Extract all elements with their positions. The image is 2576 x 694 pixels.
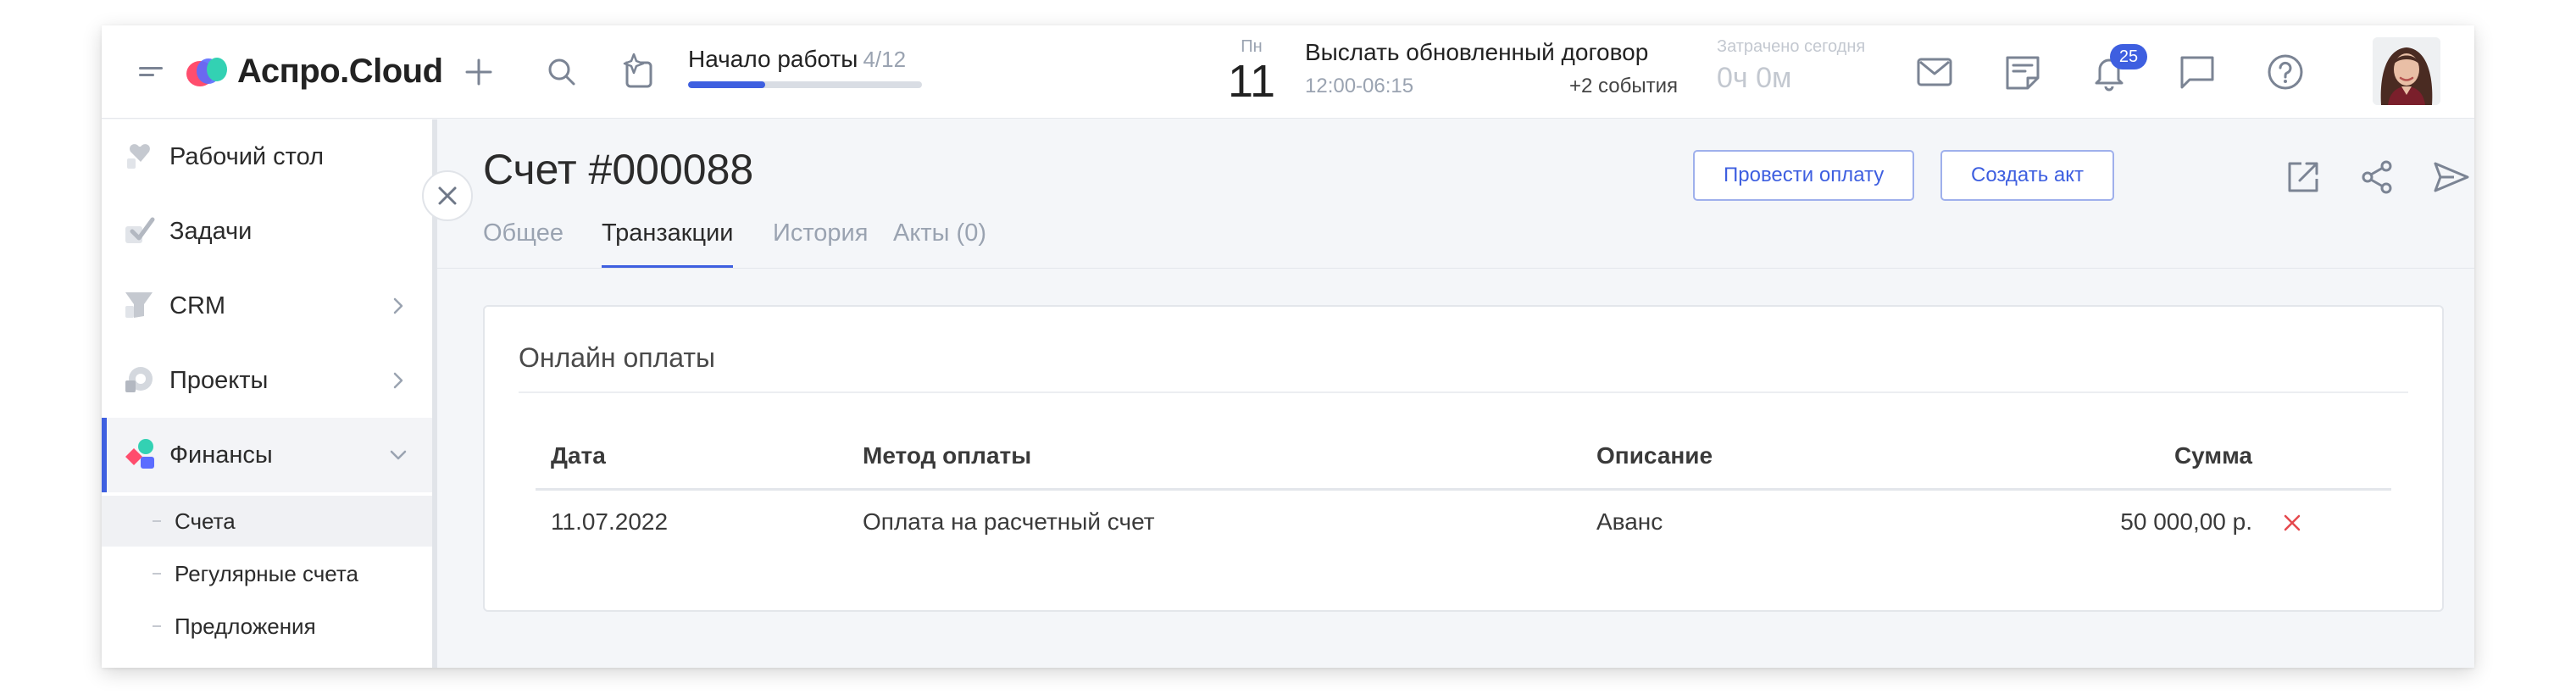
onboarding-widget[interactable]: Начало работы 4/12 [688, 46, 922, 88]
column-header-method: Метод оплаты [863, 442, 1032, 469]
sidebar-item-label: Рабочий стол [169, 142, 325, 170]
section-title: Онлайн оплаты [519, 342, 716, 373]
sidebar-subitem-offers[interactable]: Предложения [102, 601, 432, 652]
calendar-weekday: Пн [1241, 37, 1263, 56]
close-icon [2284, 514, 2301, 531]
calendar-day: 11 [1227, 56, 1276, 107]
sidebar-subitem-invoices[interactable]: Счета [102, 496, 432, 547]
user-avatar-icon [2373, 37, 2440, 105]
sidebar-item-label: Финансы [169, 441, 273, 469]
tab-acts[interactable]: Акты (0) [893, 219, 986, 269]
tasks-icon [125, 217, 155, 243]
tabs-divider [437, 268, 2474, 269]
sidebar-item-tasks[interactable]: Задачи [102, 194, 432, 269]
sidebar-item-crm[interactable]: CRM [102, 269, 432, 343]
sidebar-item-desktop[interactable]: Рабочий стол [102, 119, 432, 194]
sidebar-subitem-label: Регулярные счета [175, 560, 358, 586]
onboarding-progress [688, 81, 922, 88]
subitem-dash [153, 625, 161, 627]
sidebar-item-finance[interactable]: Финансы [102, 418, 432, 492]
app-window: Аспро.Cloud Начало работы 4/12 Пн 11 Выс… [102, 25, 2474, 668]
notes-icon[interactable] [2003, 53, 2042, 92]
close-icon [438, 186, 457, 205]
mail-icon[interactable] [1915, 53, 1954, 92]
menu-icon[interactable] [136, 59, 166, 85]
sidebar-subitem-label: Предложения [175, 613, 316, 639]
onboarding-count: 4/12 [863, 47, 907, 72]
time-spent-value: 0ч 0м [1717, 62, 1792, 94]
main-content: Счет #000088 Провести оплату Создать акт [422, 119, 2474, 668]
help-icon[interactable] [2266, 53, 2305, 92]
plus-icon[interactable] [463, 56, 495, 88]
create-act-button[interactable]: Создать акт [1940, 150, 2114, 201]
share-icon[interactable] [2359, 158, 2396, 196]
cell-date: 11.07.2022 [551, 508, 669, 535]
cell-amount: 50 000,00 р. [2120, 508, 2252, 535]
column-header-date: Дата [551, 442, 606, 469]
send-icon[interactable] [2432, 158, 2471, 196]
page-title: Счет #000088 [483, 146, 754, 193]
open-external-icon[interactable] [2285, 158, 2322, 196]
delete-payment-button[interactable] [2279, 510, 2305, 536]
tab-general[interactable]: Общее [483, 219, 564, 269]
time-spent[interactable]: Затрачено сегодня 0ч 0м [1717, 37, 1865, 95]
onboarding-progress-fill [688, 81, 766, 88]
divider [519, 391, 2408, 393]
sparkle-icon[interactable] [619, 51, 659, 92]
close-panel-button[interactable] [422, 170, 473, 221]
top-bar: Аспро.Cloud Начало работы 4/12 Пн 11 Выс… [102, 25, 2474, 119]
event-title: Выслать обновленный договор [1305, 39, 1649, 65]
subitem-dash [153, 520, 161, 522]
sidebar-subitem-recurring-invoices[interactable]: Регулярные счета [102, 548, 432, 599]
upcoming-event[interactable]: Выслать обновленный договор 12:00-06:15 … [1305, 39, 1678, 103]
event-time: 12:00-06:15 [1305, 75, 1414, 97]
make-payment-button[interactable]: Провести оплату [1693, 150, 1915, 201]
time-spent-label: Затрачено сегодня [1717, 37, 1866, 56]
tab-transactions[interactable]: Транзакции [602, 219, 734, 269]
onboarding-title: Начало работы [688, 46, 858, 72]
crm-icon [125, 292, 153, 318]
column-header-amount: Сумма [2174, 442, 2252, 469]
sidebar: Рабочий стол Задачи CRM Проекты Финансы … [102, 119, 437, 668]
notifications-badge: 25 [2110, 44, 2147, 69]
chevron-down-icon [390, 450, 407, 460]
active-indicator [102, 418, 107, 492]
sidebar-subitem-label: Счета [175, 508, 236, 534]
logo-mark-icon [186, 57, 227, 86]
sidebar-item-label: Проекты [169, 366, 269, 394]
cell-description: Аванс [1596, 508, 1663, 535]
tab-history[interactable]: История [773, 219, 868, 269]
chevron-right-icon [393, 372, 403, 389]
finance-icon [125, 439, 154, 469]
notifications-button[interactable]: 25 [2090, 44, 2147, 93]
column-header-description: Описание [1596, 442, 1713, 469]
app-logo[interactable]: Аспро.Cloud [183, 53, 443, 91]
desktop-icon [127, 144, 150, 169]
chevron-right-icon [393, 297, 403, 314]
chat-icon[interactable] [2178, 53, 2217, 92]
online-payments-card: Онлайн оплаты Дата Метод оплаты Описание… [483, 305, 2444, 612]
event-more-link[interactable]: +2 события [1569, 75, 1678, 98]
projects-icon [125, 367, 153, 392]
avatar[interactable] [2373, 37, 2440, 105]
logo-text: Аспро.Cloud [237, 53, 443, 90]
cell-method: Оплата на расчетный счет [863, 508, 1155, 535]
calendar-date[interactable]: Пн 11 [1222, 37, 1281, 104]
sidebar-item-label: CRM [169, 291, 226, 319]
subitem-dash [153, 573, 161, 575]
sidebar-item-label: Задачи [169, 217, 253, 245]
table-header-divider [536, 488, 2391, 491]
search-icon[interactable] [546, 56, 578, 88]
sidebar-item-projects[interactable]: Проекты [102, 343, 432, 418]
